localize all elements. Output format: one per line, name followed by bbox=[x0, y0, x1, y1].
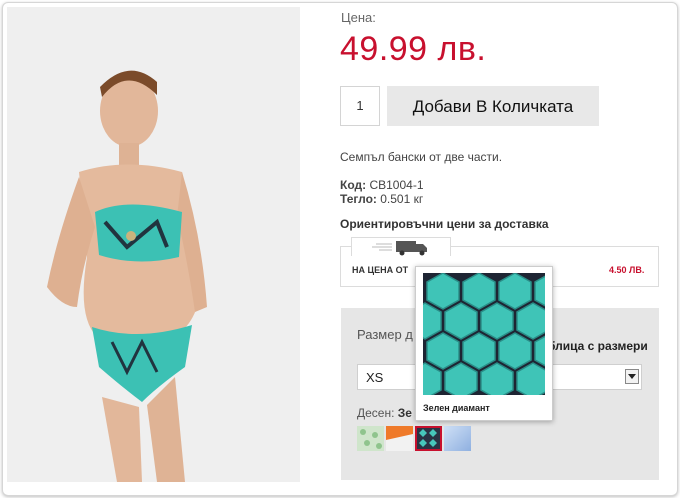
size-label: Размер д bbox=[357, 327, 413, 342]
shipping-title: Ориентировъчни цени за доставка bbox=[340, 217, 549, 231]
product-weight-row: Тегло: 0.501 кг bbox=[340, 192, 423, 206]
swatch-green-diamond[interactable] bbox=[415, 426, 442, 451]
swatch-green-floral[interactable] bbox=[357, 426, 384, 451]
product-code-row: Код: CB1004-1 bbox=[340, 178, 424, 192]
size-select-value: XS bbox=[366, 370, 384, 385]
shipping-tab[interactable] bbox=[351, 237, 451, 256]
pattern-selected: Зе bbox=[397, 406, 412, 420]
truck-icon bbox=[372, 241, 427, 256]
weight-value: 0.501 кг bbox=[380, 192, 424, 206]
price: 49.99 лв. bbox=[340, 30, 487, 68]
swatch-preview-image bbox=[423, 273, 545, 395]
code-label: Код: bbox=[340, 178, 367, 192]
weight-label: Тегло: bbox=[340, 192, 377, 206]
shipping-row-label: НА ЦЕНА ОТ bbox=[352, 265, 409, 275]
product-image[interactable] bbox=[7, 7, 300, 482]
price-label: Цена: bbox=[341, 10, 376, 25]
swatch-preview-caption: Зелен диамант bbox=[423, 403, 490, 413]
swatch-orange-white[interactable] bbox=[386, 426, 413, 451]
pattern-label-text: Десен: bbox=[357, 406, 395, 420]
swatch-blue-gradient[interactable] bbox=[444, 426, 471, 451]
product-description: Семпъл бански от две части. bbox=[340, 150, 503, 164]
pattern-label: Десен: Зе bbox=[357, 406, 412, 420]
shipping-row-price: 4.50 ЛВ. bbox=[609, 265, 645, 275]
code-value: CB1004-1 bbox=[369, 178, 424, 192]
quantity-input[interactable]: 1 bbox=[340, 86, 380, 126]
add-to-cart-button[interactable]: Добави В Количката bbox=[387, 86, 599, 126]
swatch-preview-tooltip: Зелен диамант bbox=[415, 266, 553, 421]
chevron-down-icon[interactable] bbox=[625, 369, 639, 384]
size-table-link[interactable]: блица с размери bbox=[548, 339, 648, 353]
